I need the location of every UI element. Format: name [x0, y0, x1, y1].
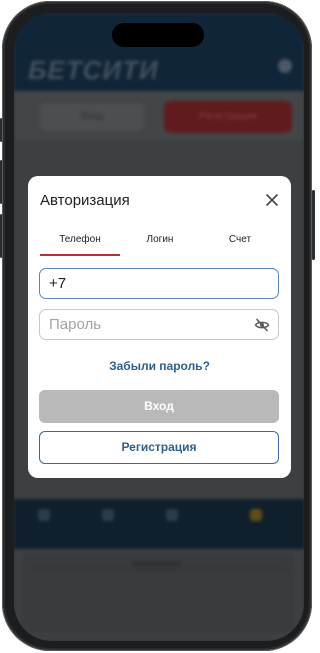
forgot-password-link[interactable]: Забыли пароль? [28, 359, 291, 373]
device-stage: БЕТСИТИ Вход Регистрация Авторизация Тел… [0, 0, 316, 653]
tab-account[interactable]: Счет [200, 234, 280, 254]
eye-off-icon [254, 318, 270, 332]
close-button[interactable] [263, 191, 281, 209]
password-field [39, 309, 279, 340]
password-visibility-toggle[interactable] [254, 317, 270, 333]
phone-screen: БЕТСИТИ Вход Регистрация Авторизация Тел… [14, 13, 304, 641]
dynamic-island [112, 23, 204, 47]
tab-login[interactable]: Логин [120, 234, 200, 254]
auth-tabs: Телефон Логин Счет [40, 234, 280, 256]
tab-phone[interactable]: Телефон [40, 234, 120, 254]
phone-frame: БЕТСИТИ Вход Регистрация Авторизация Тел… [2, 1, 312, 651]
modal-title: Авторизация [40, 192, 130, 209]
login-button[interactable]: Вход [39, 390, 279, 423]
password-input[interactable] [49, 310, 249, 339]
phone-power-button [312, 190, 315, 260]
phone-field [39, 268, 279, 299]
phone-input[interactable] [49, 269, 249, 298]
auth-modal: Авторизация Телефон Логин Счет +7 Забыли… [28, 176, 291, 478]
register-button[interactable]: Регистрация [39, 431, 279, 464]
active-tab-indicator [40, 254, 120, 256]
close-icon [266, 194, 278, 206]
